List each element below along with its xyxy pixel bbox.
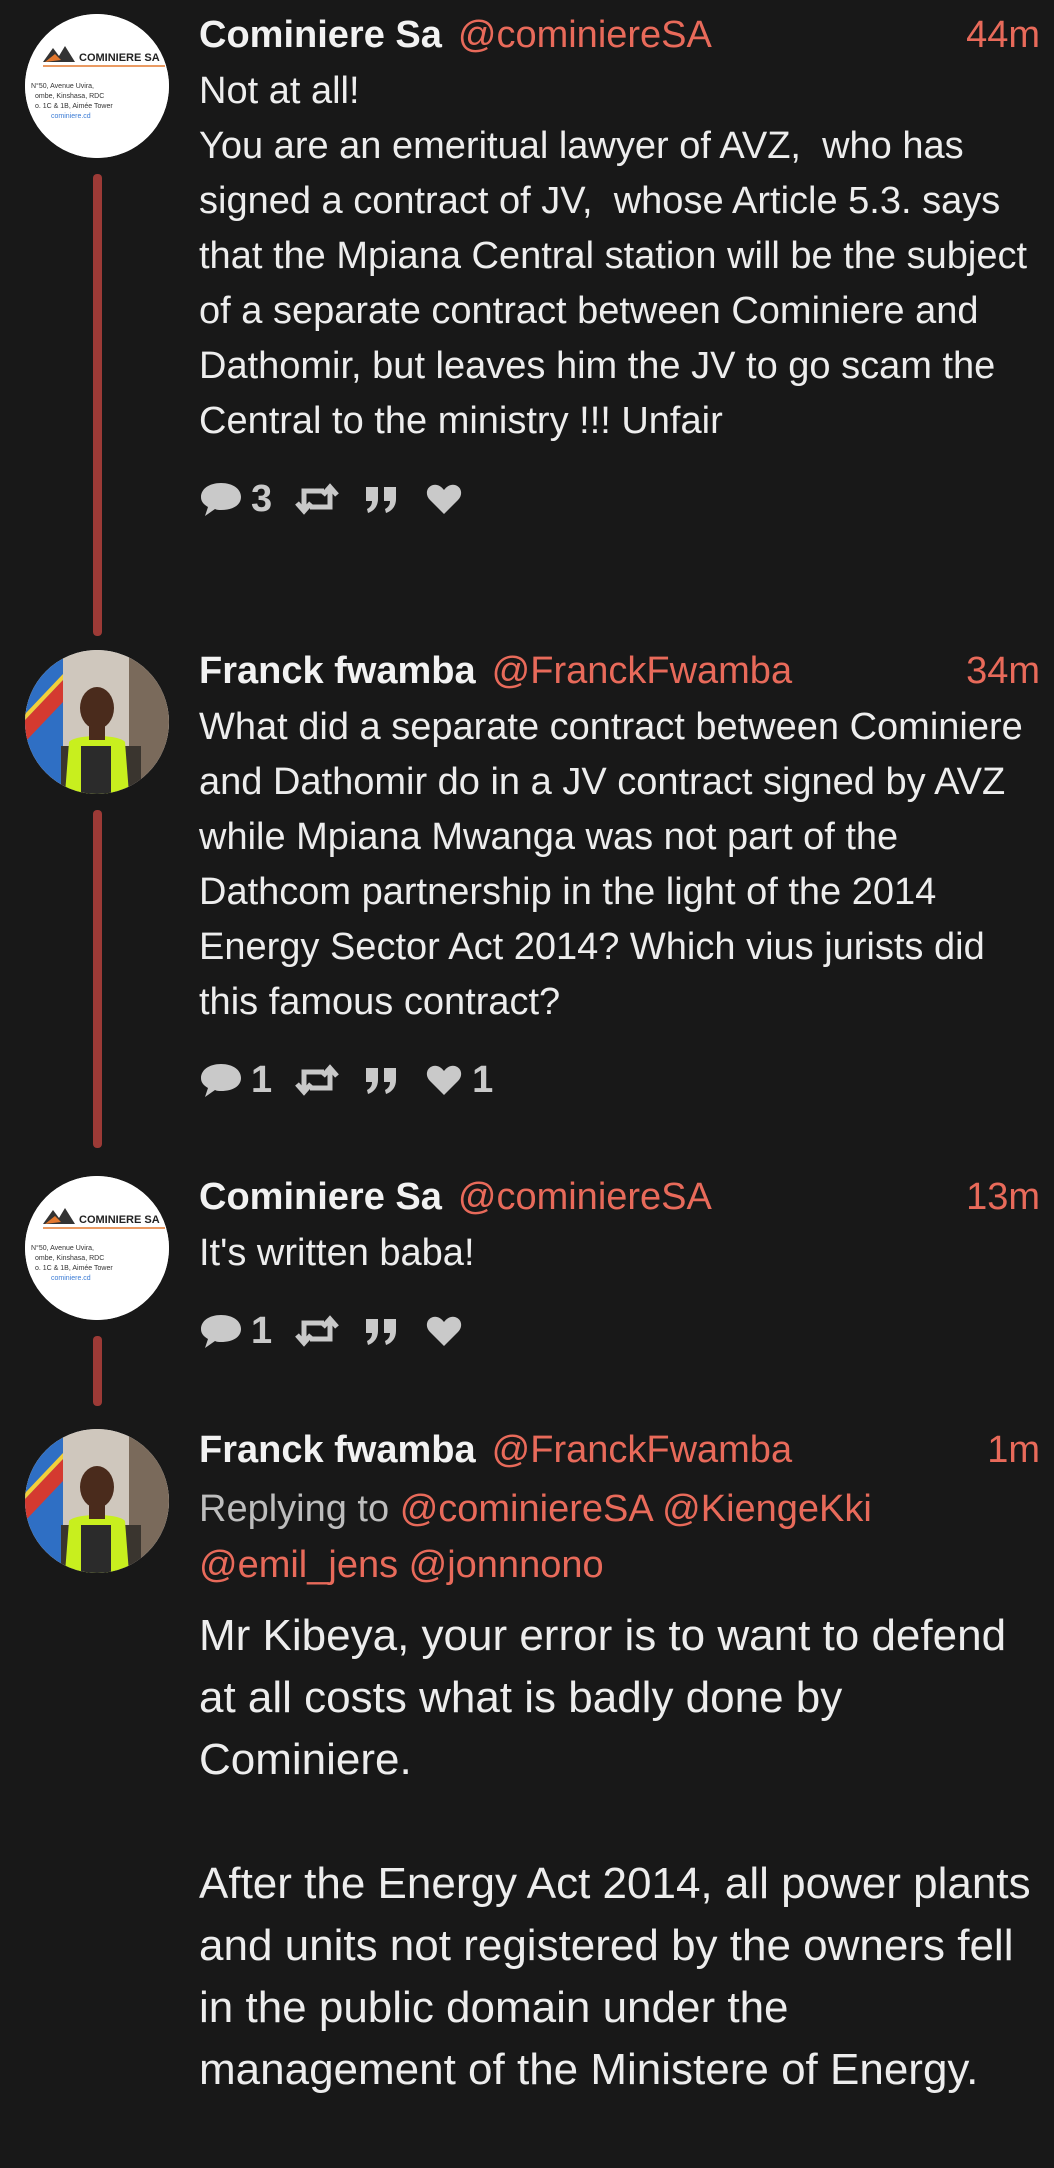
logo-line: N°50, Avenue Uvira, (31, 82, 94, 90)
thread-line (93, 810, 102, 1148)
quote-button[interactable] (362, 479, 402, 519)
reply-count: 1 (251, 1058, 273, 1101)
quote-icon (366, 1319, 397, 1345)
like-icon (427, 1316, 462, 1346)
logo-text: COMINIERE SA (79, 1214, 160, 1226)
logo-line: cominiere.cd (51, 113, 91, 120)
tweet-text: It's written baba! (199, 1232, 475, 1274)
action-bar: 1 (199, 1303, 1040, 1359)
quote-icon (366, 487, 397, 513)
avatar[interactable] (25, 1429, 169, 1573)
action-bar: 3 (199, 471, 1040, 527)
thread-line (93, 174, 102, 636)
reply-button[interactable]: 1 (199, 1059, 272, 1102)
retweet-icon (295, 1315, 340, 1347)
user-handle[interactable]: @cominiereSA (458, 14, 712, 57)
like-button[interactable] (424, 479, 472, 519)
action-bar: 1 1 (199, 1052, 1040, 1108)
reply-icon (201, 483, 241, 516)
logo-line: cominiere.cd (51, 1275, 91, 1282)
quote-icon (366, 1068, 397, 1094)
display-name[interactable]: Cominiere Sa (199, 1176, 442, 1219)
logo-line: o. 1C & 1B, Aimée Tower (35, 103, 113, 110)
reply-button[interactable]: 1 (199, 1310, 272, 1353)
avatar[interactable] (25, 650, 169, 794)
logo-line: ombe, Kinshasa, RDC (35, 1255, 104, 1262)
tweet-text: What did a separate contract between Com… (199, 706, 1034, 1023)
franck-avatar (25, 650, 169, 794)
reply-icon (201, 1315, 241, 1348)
replying-to-mentions[interactable]: @emil_jens @jonnnono (199, 1544, 604, 1586)
franck-avatar (25, 1429, 169, 1573)
logo-line: ombe, Kinshasa, RDC (35, 93, 104, 100)
replying-to-mentions[interactable]: @cominiereSA @KiengeKki (400, 1488, 872, 1530)
user-handle[interactable]: @FranckFwamba (492, 1429, 792, 1472)
like-button[interactable]: 1 (424, 1059, 493, 1102)
reply-button[interactable]: 3 (199, 478, 272, 521)
display-name[interactable]: Franck fwamba (199, 1429, 476, 1472)
retweet-button[interactable] (294, 479, 340, 519)
reply-count: 1 (251, 1309, 273, 1352)
logo-line: N°50, Avenue Uvira, (31, 1244, 94, 1252)
tweet[interactable]: COMINIERE SA N°50, Avenue Uvira, ombe, K… (0, 0, 1054, 645)
retweet-icon (295, 1064, 340, 1096)
logo-line: o. 1C & 1B, Aimée Tower (35, 1265, 113, 1272)
retweet-button[interactable] (294, 1060, 340, 1100)
like-icon (427, 484, 462, 514)
retweet-icon (295, 483, 340, 515)
display-name[interactable]: Franck fwamba (199, 650, 476, 693)
like-count: 1 (472, 1058, 494, 1101)
tweet[interactable]: Franck fwamba @FranckFwamba 34m What did… (0, 636, 1054, 1161)
timestamp[interactable]: 44m (966, 14, 1040, 57)
logo-text: COMINIERE SA (79, 52, 160, 64)
tweet[interactable]: COMINIERE SA N°50, Avenue Uvira, ombe, K… (0, 1162, 1054, 1415)
avatar[interactable]: COMINIERE SA N°50, Avenue Uvira, ombe, K… (25, 1176, 169, 1320)
user-handle[interactable]: @cominiereSA (458, 1176, 712, 1219)
replying-to: Replying to @cominiereSA @KiengeKki @emi… (199, 1481, 1040, 1593)
timestamp[interactable]: 13m (966, 1176, 1040, 1219)
quote-button[interactable] (362, 1060, 402, 1100)
avatar[interactable]: COMINIERE SA N°50, Avenue Uvira, ombe, K… (25, 14, 169, 158)
reply-icon (201, 1064, 241, 1097)
reply-count: 3 (251, 477, 273, 520)
like-icon (427, 1065, 462, 1095)
user-handle[interactable]: @FranckFwamba (492, 650, 792, 693)
tweet[interactable]: Franck fwamba @FranckFwamba 1m Replying … (0, 1415, 1054, 2168)
like-button[interactable] (424, 1311, 472, 1351)
tweet-text: Not at all! You are an emeritual lawyer … (199, 70, 1028, 442)
timestamp[interactable]: 1m (987, 1429, 1040, 1472)
quote-button[interactable] (362, 1311, 402, 1351)
tweet-text: Mr Kibeya, your error is to want to defe… (199, 1611, 1031, 2094)
display-name[interactable]: Cominiere Sa (199, 14, 442, 57)
retweet-button[interactable] (294, 1311, 340, 1351)
cominiere-logo-avatar: COMINIERE SA N°50, Avenue Uvira, ombe, K… (25, 1176, 169, 1320)
replying-to-prefix: Replying to (199, 1488, 390, 1530)
thread-line (93, 1336, 102, 1406)
cominiere-logo-avatar: COMINIERE SA N°50, Avenue Uvira, ombe, K… (25, 14, 169, 158)
timestamp[interactable]: 34m (966, 650, 1040, 693)
